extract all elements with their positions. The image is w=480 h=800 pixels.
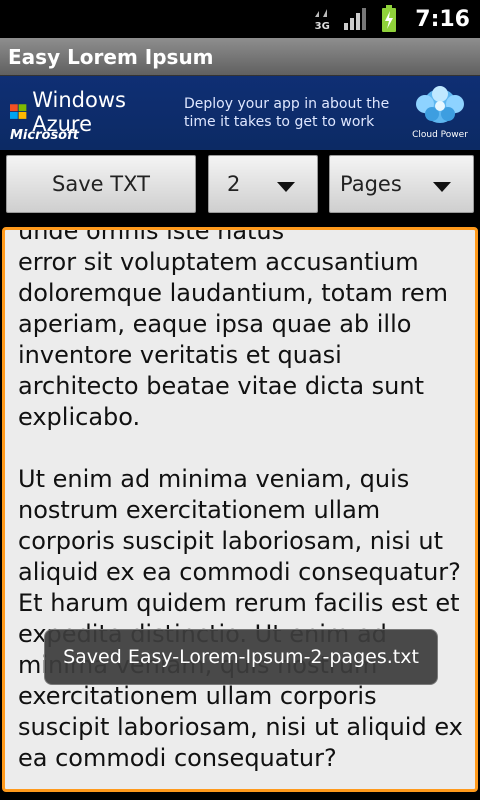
app-title-bar: Easy Lorem Ipsum (0, 38, 480, 76)
app-title: Easy Lorem Ipsum (8, 44, 214, 69)
ad-company: Microsoft (10, 128, 79, 143)
toolbar: Save TXT 2 Pages (0, 150, 480, 226)
battery-icon (382, 5, 397, 32)
toast-message: Saved Easy-Lorem-Ipsum-2-pages.txt (44, 629, 438, 685)
cloud-power-icon (416, 86, 464, 123)
signal-icon (344, 8, 367, 30)
save-txt-button[interactable]: Save TXT (6, 155, 196, 213)
ad-tagline: Deploy your app in about the time it tak… (184, 96, 390, 130)
ad-banner[interactable]: Windows Azure Microsoft Deploy your app … (0, 76, 480, 150)
ad-brand-block: Windows Azure Microsoft (0, 76, 170, 150)
ad-badge: Cloud Power (400, 76, 480, 150)
lorem-text-area[interactable]: unde omnis iste natus error sit voluptat… (2, 227, 478, 792)
chevron-down-icon (277, 182, 295, 192)
status-bar: 3G 7:16 (0, 0, 480, 38)
count-select[interactable]: 2 (208, 155, 318, 213)
windows-logo-icon (10, 104, 27, 119)
clock: 7:16 (415, 6, 470, 32)
chevron-down-icon (433, 182, 451, 192)
network-3g-icon: 3G (313, 7, 331, 32)
lorem-text: unde omnis iste natus error sit voluptat… (18, 227, 463, 772)
unit-select[interactable]: Pages (329, 155, 474, 213)
